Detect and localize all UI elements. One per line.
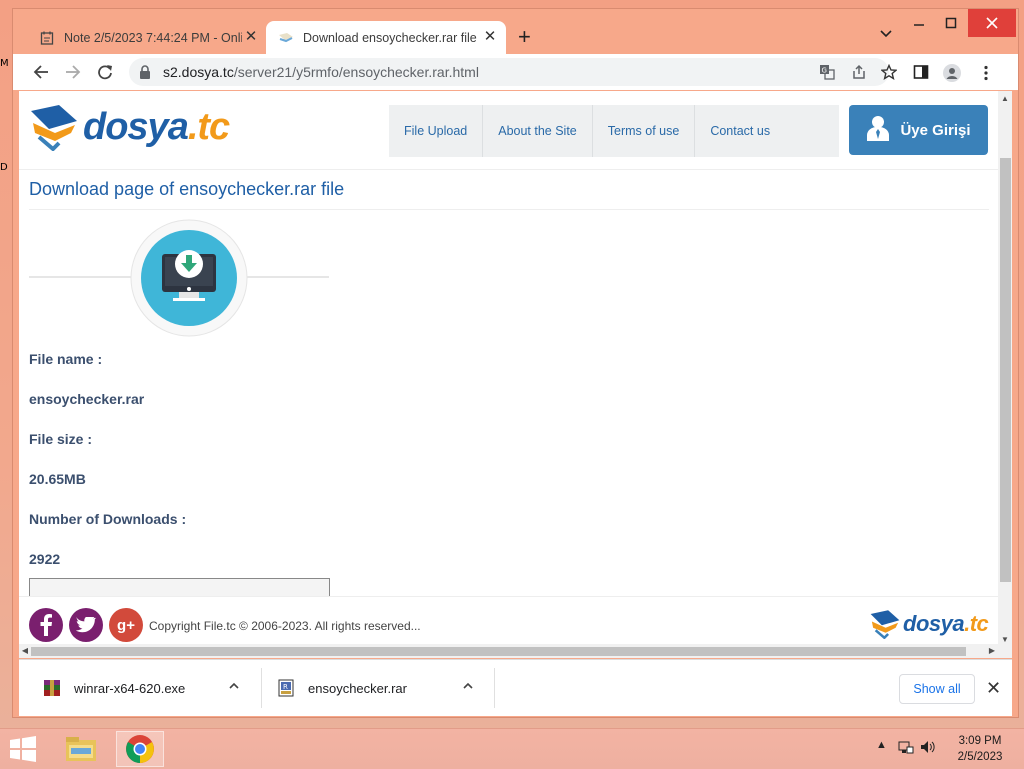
address-bar[interactable]: s2.dosya.tc/server21/y5rmfo/ensoychecker…: [129, 58, 898, 86]
download-item[interactable]: winrar-x64-620.exe: [43, 660, 253, 716]
tray-expand-icon[interactable]: ▲: [876, 739, 887, 751]
facebook-icon[interactable]: [29, 608, 63, 642]
dosya-logo-icon: [31, 105, 77, 151]
volume-icon[interactable]: [920, 739, 936, 758]
chevron-up-icon[interactable]: [228, 680, 240, 695]
network-icon[interactable]: [898, 739, 914, 758]
downloads-count: 2922: [29, 551, 61, 567]
clock-date: 2/5/2023: [957, 751, 1003, 763]
scroll-up-icon[interactable]: ▲: [998, 93, 1012, 105]
menu-terms-of-use[interactable]: Terms of use: [593, 105, 696, 157]
chevron-up-icon[interactable]: [462, 680, 474, 695]
maximize-icon[interactable]: [935, 9, 967, 37]
vertical-scroll-thumb[interactable]: [1000, 158, 1011, 582]
reload-icon[interactable]: [95, 62, 115, 82]
download-item[interactable]: R ensoychecker.rar: [277, 660, 487, 716]
translate-icon[interactable]: G: [819, 64, 835, 80]
file-explorer-icon[interactable]: [57, 731, 105, 767]
download-filename: winrar-x64-620.exe: [74, 680, 186, 696]
tab-title: Note 2/5/2023 7:44:24 PM - Onli: [64, 30, 242, 45]
main-menu: File Upload About the Site Terms of use …: [389, 105, 839, 157]
scroll-right-icon[interactable]: ▶: [986, 644, 998, 658]
menu-about-site[interactable]: About the Site: [483, 105, 593, 157]
horizontal-scroll-thumb[interactable]: [31, 647, 966, 656]
winrar-exe-icon: [43, 679, 61, 697]
divider: [494, 668, 495, 708]
user-icon: [866, 115, 890, 145]
file-size-label: File size :: [29, 431, 93, 447]
tab-note[interactable]: Note 2/5/2023 7:44:24 PM - Onli ✕: [27, 21, 267, 54]
bookmark-star-icon[interactable]: [880, 63, 898, 80]
tab-close-icon[interactable]: ✕: [482, 29, 498, 45]
share-icon[interactable]: [851, 64, 867, 80]
svg-text:R: R: [283, 683, 288, 691]
url-text: s2.dosya.tc/server21/y5rmfo/ensoychecker…: [163, 64, 479, 80]
menu-kebab-icon[interactable]: [977, 64, 995, 82]
divider: [29, 209, 989, 210]
windows-taskbar: ▲ 3:09 PM 2/5/2023: [0, 728, 1024, 769]
menu-file-upload[interactable]: File Upload: [389, 105, 484, 157]
minimize-icon[interactable]: [903, 9, 935, 37]
tab-title: Download ensoychecker.rar file: [303, 30, 477, 45]
scroll-down-icon[interactable]: ▼: [998, 634, 1012, 646]
svg-text:G: G: [822, 67, 827, 75]
login-button[interactable]: Üye Girişi: [849, 105, 988, 155]
file-size-value: 20.65MB: [29, 471, 86, 487]
file-name-value: ensoychecker.rar: [29, 391, 145, 407]
tab-search-chevron-icon[interactable]: [879, 27, 893, 41]
twitter-icon[interactable]: [69, 608, 103, 642]
file-name-label: File name :: [29, 351, 103, 367]
back-arrow-icon[interactable]: [31, 62, 51, 82]
login-label: Üye Girişi: [900, 121, 971, 139]
divider: [261, 668, 262, 708]
tab-strip: Note 2/5/2023 7:44:24 PM - Onli ✕ Downlo…: [13, 9, 1018, 54]
dosya-logo-icon: [870, 610, 900, 639]
copyright-text: Copyright File.tc © 2006-2023. All right…: [149, 619, 421, 633]
window-close-icon[interactable]: [968, 9, 1016, 37]
site-header: dosya.tc File Upload About the Site Term…: [19, 91, 998, 170]
footer-logo[interactable]: dosya.tc: [869, 609, 989, 639]
chrome-icon[interactable]: [116, 731, 164, 767]
vertical-scrollbar[interactable]: ▲ ▼: [998, 91, 1012, 658]
profile-avatar-icon[interactable]: [943, 64, 961, 82]
menu-contact-us[interactable]: Contact us: [695, 105, 785, 157]
downloads-label: Number of Downloads :: [29, 511, 187, 527]
site-footer: g+ Copyright File.tc © 2006-2023. All ri…: [19, 596, 998, 645]
scroll-left-icon[interactable]: ◀: [19, 644, 31, 658]
page-viewport: dosya.tc File Upload About the Site Term…: [19, 91, 1012, 658]
browser-toolbar: s2.dosya.tc/server21/y5rmfo/ensoychecker…: [13, 54, 1018, 90]
clock-time: 3:09 PM: [958, 735, 1002, 747]
google-plus-icon[interactable]: g+: [109, 608, 143, 642]
footer-logo-text: dosya.tc: [903, 611, 989, 636]
browser-window: Note 2/5/2023 7:44:24 PM - Onli ✕ Downlo…: [12, 8, 1019, 718]
horizontal-scrollbar[interactable]: ◀ ▶: [19, 644, 998, 658]
lock-icon[interactable]: [139, 65, 153, 79]
tab-close-icon[interactable]: ✕: [243, 29, 259, 45]
show-all-button[interactable]: Show all: [899, 674, 975, 704]
logo-text: dosya.tc: [83, 105, 230, 148]
new-tab-icon[interactable]: +: [518, 26, 531, 48]
download-filename: ensoychecker.rar: [308, 680, 407, 696]
note-favicon-icon: [39, 30, 55, 46]
download-illustration: [29, 219, 329, 337]
page-title: Download page of ensoychecker.rar file: [29, 179, 345, 199]
forward-arrow-icon[interactable]: [63, 62, 83, 82]
dosya-favicon-icon: [278, 30, 294, 46]
downloads-bar: winrar-x64-620.exe R ensoychecker.rar Sh…: [19, 659, 1012, 716]
site-logo[interactable]: dosya.tc: [29, 103, 230, 151]
windows-start-icon[interactable]: [6, 734, 40, 764]
system-clock[interactable]: 3:09 PM 2/5/2023: [952, 733, 1008, 765]
tab-download[interactable]: Download ensoychecker.rar file ✕: [266, 21, 506, 54]
close-downloads-icon[interactable]: ✕: [986, 679, 1001, 697]
side-panel-icon[interactable]: [913, 64, 931, 82]
rar-archive-icon: R: [277, 679, 295, 697]
